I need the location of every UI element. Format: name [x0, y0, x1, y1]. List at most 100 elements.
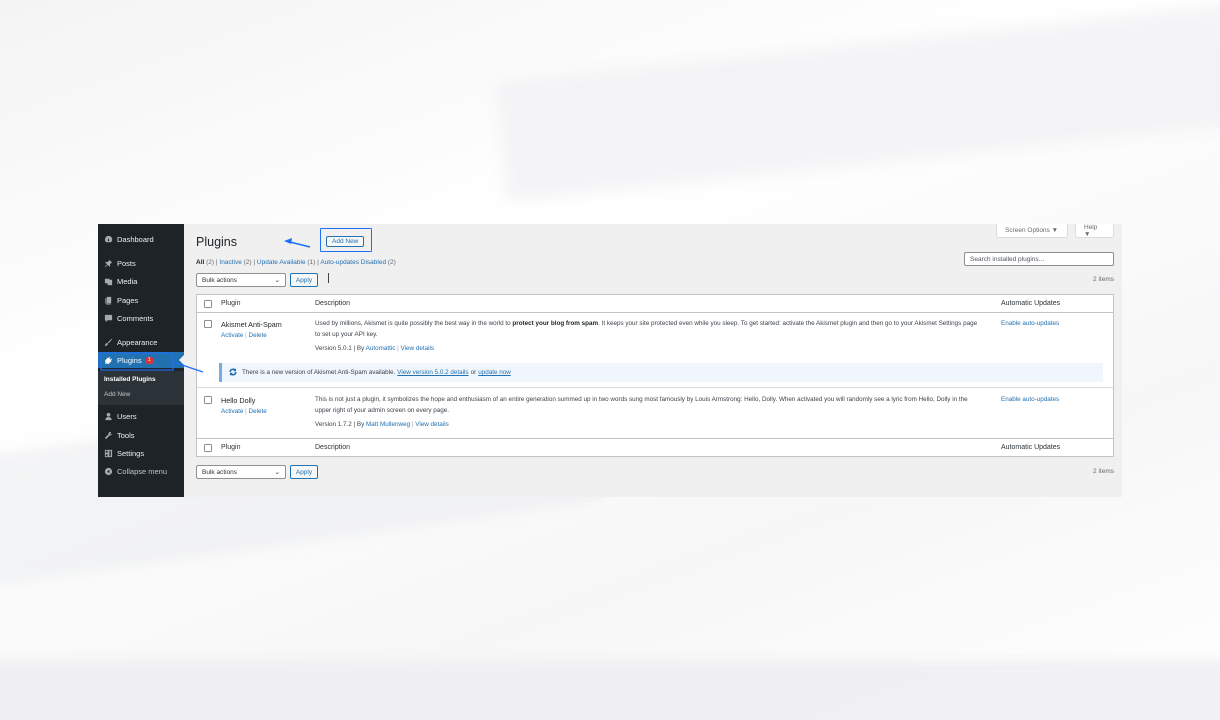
plugins-table: Plugin Description Automatic Updates Aki… — [196, 294, 1114, 457]
meta-separator: | — [411, 421, 414, 428]
bulk-actions-select-top[interactable]: Bulk actions ⌄ — [196, 273, 286, 287]
search-plugins-input[interactable] — [964, 252, 1114, 266]
delete-link[interactable]: Delete — [249, 408, 267, 415]
select-all-checkbox[interactable] — [204, 300, 212, 308]
activate-link[interactable]: Activate — [221, 408, 243, 415]
enable-auto-updates-link[interactable]: Enable auto-updates — [1001, 396, 1059, 403]
sidebar-item-settings[interactable]: Settings — [98, 445, 184, 461]
column-plugin[interactable]: Plugin — [221, 444, 240, 451]
sidebar-item-label: Appearance — [117, 337, 158, 347]
notice-or: or — [470, 369, 477, 376]
help-button[interactable]: Help ▼ — [1075, 224, 1114, 238]
plug-icon — [103, 356, 114, 365]
sidebar-item-label: Settings — [117, 448, 145, 458]
user-icon — [103, 412, 114, 421]
filter-inactive[interactable]: Inactive — [219, 259, 241, 266]
filter-all[interactable]: All — [196, 259, 204, 266]
submenu-add-new[interactable]: Add New — [104, 391, 130, 398]
table-header: Plugin Description Automatic Updates — [197, 295, 1113, 313]
submenu-installed-plugins[interactable]: Installed Plugins — [104, 376, 156, 383]
comment-icon — [103, 314, 114, 323]
sidebar-item-pages[interactable]: Pages — [98, 292, 184, 308]
select-all-checkbox[interactable] — [204, 444, 212, 452]
chevron-down-icon: ⌄ — [274, 469, 280, 476]
pin-icon — [103, 259, 114, 268]
sidebar-item-posts[interactable]: Posts — [98, 255, 184, 271]
sidebar-item-tools[interactable]: Tools — [98, 427, 184, 443]
filter-separator: | — [215, 259, 218, 266]
author-link[interactable]: Matt Mullenweg — [366, 421, 410, 428]
filter-count: (2) — [206, 259, 215, 266]
view-version-details-link[interactable]: View version 5.0.2 details — [397, 369, 468, 376]
main-content: Screen Options ▼ Help ▼ Plugins Add New … — [184, 224, 1122, 497]
column-plugin[interactable]: Plugin — [221, 300, 240, 307]
filter-separator: | — [253, 259, 256, 266]
select-value: Bulk actions — [202, 276, 238, 284]
page-title: Plugins — [196, 235, 237, 249]
delete-link[interactable]: Delete — [249, 332, 267, 339]
description-bold: protect your blog from spam — [512, 320, 599, 327]
action-separator: | — [245, 408, 247, 415]
chevron-down-icon: ⌄ — [274, 277, 280, 284]
action-separator: | — [245, 332, 247, 339]
column-description: Description — [315, 444, 351, 451]
meta-separator: | — [397, 345, 399, 352]
plugin-name: Hello Dolly — [221, 396, 256, 405]
filter-update-available[interactable]: Update Available — [257, 259, 306, 266]
sidebar-item-media[interactable]: Media — [98, 273, 184, 289]
sidebar-item-label: Tools — [117, 430, 135, 440]
sidebar-item-dashboard[interactable]: Dashboard — [98, 231, 184, 247]
sidebar-item-label: Plugins — [117, 355, 142, 365]
row-checkbox[interactable] — [204, 320, 212, 328]
brush-icon — [103, 338, 114, 347]
settings-icon — [103, 449, 114, 458]
plugin-meta: Version 5.0.1 | By Automattic | View det… — [315, 345, 434, 352]
filter-auto-updates-disabled[interactable]: Auto-updates Disabled — [320, 259, 386, 266]
plugin-description: Used by millions, Akismet is quite possi… — [315, 319, 983, 340]
author-link[interactable]: Automattic — [366, 345, 396, 352]
row-actions: Activate | Delete — [221, 332, 267, 339]
table-footer: Plugin Description Automatic Updates — [197, 438, 1113, 456]
bulk-actions-select-bottom[interactable]: Bulk actions ⌄ — [196, 465, 286, 479]
media-icon — [103, 277, 114, 286]
plugin-status-filters: All (2) | Inactive (2) | Update Availabl… — [196, 259, 396, 266]
plugins-submenu: Installed Plugins Add New — [98, 371, 184, 405]
update-count-badge: 1 — [144, 356, 154, 364]
sidebar-item-label: Posts — [117, 258, 136, 268]
admin-sidebar: Dashboard Posts Media Pages Comments App… — [98, 224, 184, 497]
sidebar-item-users[interactable]: Users — [98, 408, 184, 424]
apply-button-bottom[interactable]: Apply — [290, 465, 318, 479]
plugin-version: Version 1.7.2 | By — [315, 421, 366, 428]
sidebar-item-comments[interactable]: Comments — [98, 310, 184, 326]
row-checkbox[interactable] — [204, 396, 212, 404]
row-divider — [197, 387, 1113, 388]
wp-admin-window: Dashboard Posts Media Pages Comments App… — [98, 224, 1122, 497]
view-details-link[interactable]: View details — [415, 421, 449, 428]
update-icon — [229, 367, 237, 378]
collapse-icon — [103, 467, 114, 476]
view-details-link[interactable]: View details — [401, 345, 435, 352]
apply-button-top[interactable]: Apply — [290, 273, 318, 287]
column-description: Description — [315, 300, 351, 307]
sidebar-item-collapse-menu[interactable]: Collapse menu — [98, 463, 184, 479]
activate-link[interactable]: Activate — [221, 332, 243, 339]
row-actions: Activate | Delete — [221, 408, 267, 415]
pages-icon — [103, 296, 114, 305]
sidebar-item-appearance[interactable]: Appearance — [98, 334, 184, 350]
sidebar-item-label: Comments — [117, 313, 154, 323]
add-new-button[interactable]: Add New — [326, 236, 365, 247]
select-value: Bulk actions — [202, 468, 238, 476]
enable-auto-updates-link[interactable]: Enable auto-updates — [1001, 320, 1059, 327]
item-count-top: 2 items — [1093, 276, 1114, 283]
sidebar-item-label: Users — [117, 411, 137, 421]
update-now-link[interactable]: update now — [478, 369, 511, 376]
sidebar-item-plugins[interactable]: Plugins 1 — [98, 352, 184, 368]
item-count-bottom: 2 items — [1093, 468, 1114, 475]
sidebar-item-label: Media — [117, 276, 138, 286]
filter-separator: | — [317, 259, 319, 266]
plugin-description: This is not just a plugin, it symbolizes… — [315, 396, 968, 414]
text-cursor — [328, 273, 329, 283]
dashboard-icon — [103, 235, 114, 244]
plugin-meta: Version 1.7.2 | By Matt Mullenweg | View… — [315, 421, 449, 428]
screen-options-button[interactable]: Screen Options ▼ — [996, 224, 1068, 238]
